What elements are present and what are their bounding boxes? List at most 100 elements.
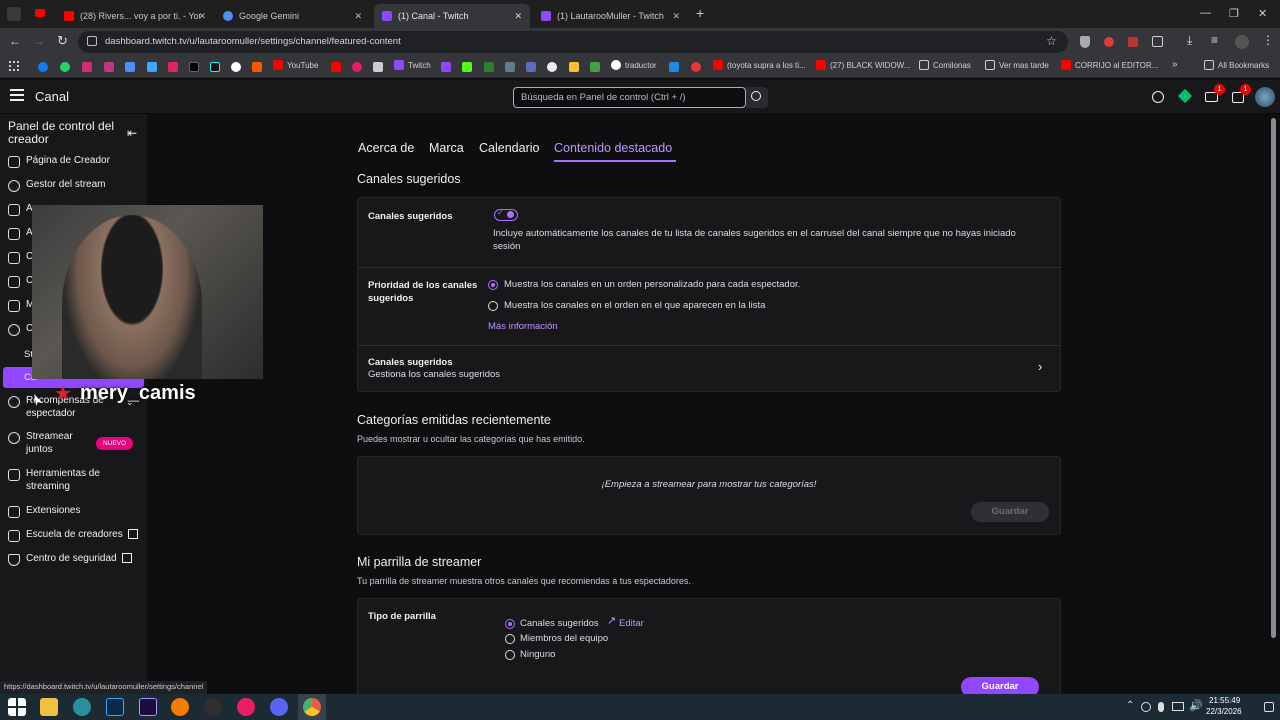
more-bookmarks-icon[interactable]: » [1172, 59, 1178, 70]
profile-avatar[interactable] [1235, 35, 1249, 49]
tab-search-icon[interactable] [7, 7, 21, 21]
volume-icon[interactable]: 🔊 [1189, 699, 1203, 712]
prime-gem-icon[interactable] [1177, 88, 1193, 104]
bookmark-icon[interactable] [569, 62, 579, 72]
bookmark-folder-ver-mas-tarde[interactable]: Ver mas tarde [985, 60, 1049, 70]
sidebar-item-creator-page[interactable]: Página de Creador [8, 155, 110, 168]
discord-icon[interactable] [270, 698, 288, 716]
bookmark-icon[interactable] [691, 62, 701, 72]
windows-start-icon[interactable] [8, 698, 26, 716]
file-explorer-icon[interactable] [40, 698, 58, 716]
tab-acerca-de[interactable]: Acerca de [358, 141, 414, 155]
sidebar-item-c2[interactable]: C [8, 275, 33, 288]
sidebar-item-c1[interactable]: C [8, 251, 33, 264]
forward-icon[interactable]: → [33, 34, 45, 48]
sidebar-item-m[interactable]: M [8, 299, 34, 312]
tray-chevron-icon[interactable]: ⌃ [1126, 700, 1134, 711]
menu-dots-icon[interactable]: ⋮ [1262, 33, 1274, 47]
sidebar-item-stream-manager[interactable]: Gestor del stream [8, 179, 105, 192]
help-icon[interactable] [1152, 91, 1164, 103]
sidebar-item-a2[interactable]: A [8, 227, 33, 240]
more-info-link[interactable]: Más información [488, 321, 558, 334]
manage-suggested-channels-row[interactable]: Canales sugeridos Gestiona los canales s… [358, 346, 1060, 391]
back-icon[interactable]: ← [9, 34, 21, 48]
bookmark-icon[interactable] [147, 62, 157, 72]
obs-icon[interactable] [204, 698, 222, 716]
grid-radio-none[interactable] [505, 650, 515, 660]
bookmark-black-widow[interactable]: (27) BLACK WIDOW... [816, 60, 910, 70]
instagram-icon[interactable] [82, 62, 92, 72]
premiere-icon[interactable] [139, 698, 157, 716]
soundcloud-icon[interactable] [252, 62, 262, 72]
tab-marca[interactable]: Marca [429, 141, 464, 155]
collapse-sidebar-icon[interactable]: ⇤ [127, 126, 137, 140]
youtube-pinned-tab[interactable] [35, 9, 45, 17]
tiktok-icon[interactable] [210, 62, 220, 72]
bookmark-icon[interactable] [168, 62, 178, 72]
bookmark-icon[interactable] [104, 62, 114, 72]
address-bar[interactable]: dashboard.twitch.tv/u/lautaroomuller/set… [78, 31, 1068, 53]
network-icon[interactable] [1172, 702, 1184, 711]
sidebar-item-stream-together[interactable]: Streamear juntos [8, 431, 80, 456]
categories-save-button[interactable]: Guardar [971, 502, 1049, 522]
new-tab-button[interactable]: + [696, 5, 704, 21]
sidebar-item-c3[interactable]: C [8, 323, 33, 336]
bookmark-icon[interactable] [505, 62, 515, 72]
facebook-icon[interactable] [38, 62, 48, 72]
extensions-puzzle-icon[interactable] [1152, 36, 1163, 47]
sidebar-item-a1[interactable]: A [8, 203, 33, 216]
microphone-icon[interactable] [1158, 702, 1164, 712]
bookmark-icon[interactable] [352, 62, 362, 72]
whatsapp-icon[interactable] [60, 62, 70, 72]
bookmark-icon[interactable] [484, 62, 494, 72]
close-icon[interactable]: ✕ [198, 11, 206, 22]
bookmark-corrijo[interactable]: CORRIJO al EDITOR... [1061, 60, 1158, 70]
close-icon[interactable]: ✕ [672, 11, 680, 22]
bookmark-icon[interactable] [669, 62, 679, 72]
minimize-button[interactable]: — [1200, 7, 1211, 19]
apps-grid-icon[interactable] [9, 61, 19, 71]
sidebar-item-safety-center[interactable]: Centro de seguridad [8, 553, 132, 566]
extension-record-icon[interactable] [1104, 37, 1114, 47]
photoshop-icon[interactable] [106, 698, 124, 716]
bookmark-all-bookmarks[interactable]: All Bookmarks [1204, 60, 1269, 70]
tray-icon[interactable] [1141, 702, 1151, 712]
bookmark-folder-comilonas[interactable]: Comilonas [919, 60, 971, 70]
kick-icon[interactable] [462, 62, 472, 72]
grid-radio-team[interactable] [505, 634, 515, 644]
bookmark-traductor[interactable]: traductor [611, 60, 657, 70]
bookmark-icon[interactable] [125, 62, 135, 72]
priority-radio-list-order[interactable] [488, 301, 498, 311]
media-icon[interactable]: ≡ [1211, 33, 1218, 47]
tab-gemini[interactable]: Google Gemini ✕ [215, 4, 370, 28]
tab-youtube[interactable]: (28) Rivers... voy a por ti. - YouT ✕ [56, 4, 214, 28]
notifications-tray-icon[interactable] [1264, 702, 1274, 712]
tab-lautaroomuller-twitch[interactable]: (1) LautarooMuller - Twitch ✕ [533, 4, 688, 28]
tab-canal-twitch[interactable]: (1) Canal - Twitch ✕ [374, 4, 530, 28]
reload-icon[interactable]: ↻ [57, 33, 68, 49]
search-input[interactable]: Búsqueda en Panel de control (Ctrl + /) [513, 87, 746, 108]
extension-icon[interactable] [1128, 37, 1138, 47]
clock-date[interactable]: 22/3/2026 [1206, 707, 1242, 716]
bookmark-youtube[interactable]: YouTube [273, 60, 318, 70]
sidebar-item-streaming-tools[interactable]: Herramientas de streaming [8, 468, 116, 493]
grid-edit-link[interactable]: Editar [619, 618, 644, 631]
page-scrollbar[interactable] [1271, 118, 1276, 638]
search-button[interactable] [746, 87, 768, 108]
bookmark-twitch[interactable]: Twitch [394, 60, 431, 70]
bookmark-icon[interactable] [547, 62, 557, 72]
window-close-button[interactable]: ✕ [1258, 7, 1267, 20]
tab-calendario[interactable]: Calendario [479, 141, 539, 155]
sidebar-item-extensions[interactable]: Extensiones [8, 505, 80, 518]
bookmark-icon[interactable] [590, 62, 600, 72]
app-icon[interactable] [73, 698, 91, 716]
bookmark-toyota-supra[interactable]: (toyota supra a los ti... [713, 60, 806, 70]
sidebar-item-creator-school[interactable]: Escuela de creadores [8, 529, 138, 542]
bookmark-icon[interactable] [373, 62, 383, 72]
bookmark-icon[interactable] [231, 62, 241, 72]
bookmark-icon[interactable] [441, 62, 451, 72]
clock-time[interactable]: 21:55:49 [1209, 696, 1240, 705]
priority-radio-custom[interactable] [488, 280, 498, 290]
bookmark-icon[interactable] [526, 62, 536, 72]
user-avatar[interactable] [1255, 87, 1275, 107]
